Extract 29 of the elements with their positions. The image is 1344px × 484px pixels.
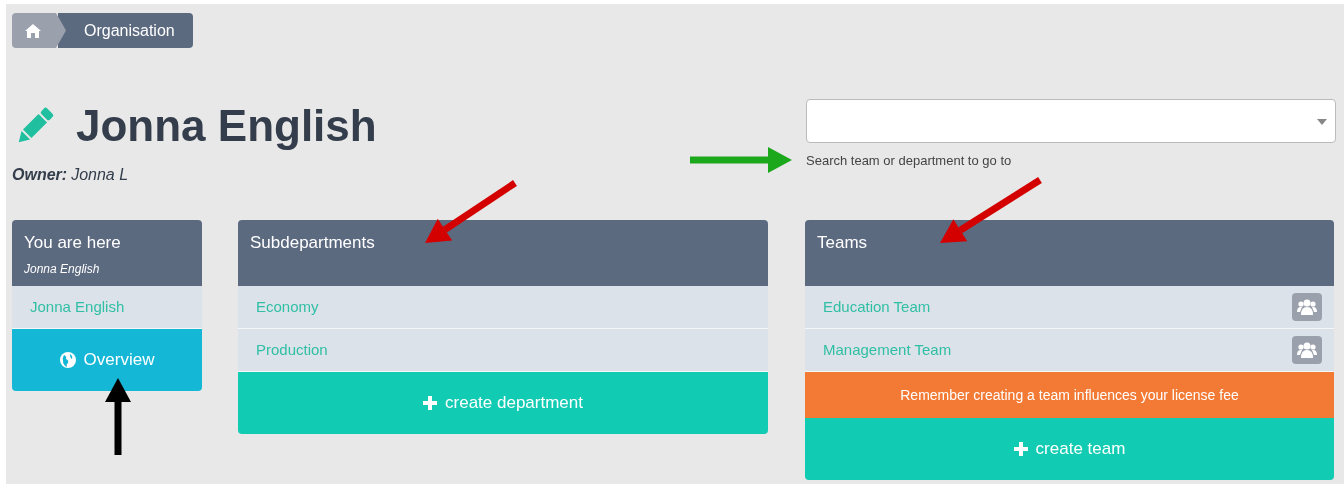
panel-title: Subdepartments	[250, 232, 376, 254]
license-notice: Remember creating a team influences your license fee	[805, 372, 1334, 418]
owner-name: Jonna L	[71, 165, 129, 185]
list-link[interactable]: Jonna English	[30, 295, 125, 319]
dropdown-caret-icon	[1317, 119, 1327, 125]
overview-button[interactable]: Overview	[12, 329, 202, 391]
list-link[interactable]: Economy	[256, 295, 319, 319]
team-button[interactable]	[1292, 293, 1322, 321]
team-button[interactable]	[1292, 336, 1322, 364]
owner-label: Owner:	[12, 165, 68, 185]
people-icon	[1297, 299, 1317, 315]
plus-icon	[1013, 442, 1028, 456]
plus-icon	[423, 396, 437, 410]
panel-title: Teams	[817, 232, 869, 254]
create-button[interactable]: create department	[238, 372, 768, 434]
create-button[interactable]: create team	[805, 418, 1334, 480]
page-title: Jonna English	[76, 104, 377, 148]
list-link[interactable]: Production	[256, 338, 328, 362]
list-link[interactable]: Education Team	[823, 295, 931, 319]
breadcrumb-link[interactable]: Organisation	[58, 13, 193, 48]
panel-title: You are here	[24, 232, 122, 254]
search-select[interactable]	[806, 99, 1336, 143]
list-link[interactable]: Management Team	[823, 338, 952, 362]
home-link[interactable]	[12, 13, 66, 48]
home-icon	[25, 23, 41, 38]
globe-icon	[59, 352, 76, 368]
panel-subtitle: Jonna English	[24, 260, 101, 278]
search-hint: Search team or department to go to	[806, 152, 1013, 170]
people-icon	[1297, 342, 1317, 358]
